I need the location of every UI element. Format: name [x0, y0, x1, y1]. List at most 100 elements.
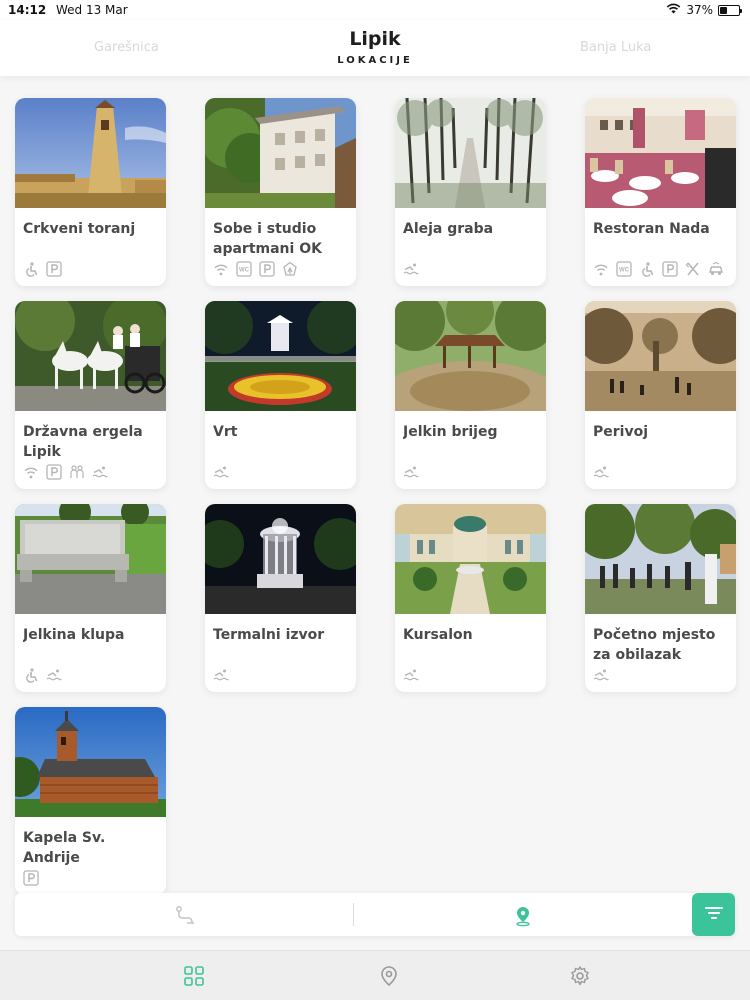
wifi-icon [213, 261, 229, 277]
parking-icon [46, 261, 62, 277]
location-photo [395, 301, 546, 411]
swimming-icon [213, 667, 229, 683]
location-title: Jelkin brijeg [403, 424, 498, 440]
location-title: Početno mjesto za obilazak Jelki... [593, 627, 716, 663]
wheelchair-icon [23, 261, 39, 277]
utensils-icon [685, 261, 701, 277]
location-card[interactable]: Jelkina klupa [15, 504, 166, 692]
location-title: Aleja graba [403, 221, 494, 237]
location-icon [378, 966, 400, 991]
location-card[interactable]: Vrt [205, 301, 356, 489]
swimming-icon [403, 464, 419, 480]
location-photo [15, 707, 166, 817]
location-title: Kursalon [403, 627, 473, 643]
location-photo [205, 98, 356, 208]
location-card[interactable]: Početno mjesto za obilazak Jelki... [585, 504, 736, 692]
parking-icon [46, 464, 62, 480]
location-photo [15, 301, 166, 411]
tab-map[interactable] [378, 965, 400, 987]
location-title: Perivoj [593, 424, 649, 440]
amenity-icons [403, 667, 419, 683]
wc-icon: WC [616, 261, 632, 277]
location-photo [395, 504, 546, 614]
location-title: Vrt [213, 424, 238, 440]
swimming-icon [593, 667, 609, 683]
filter-button[interactable] [692, 893, 735, 936]
filter-divider [353, 903, 354, 926]
svg-text:WC: WC [619, 268, 630, 274]
parking-icon [23, 870, 39, 886]
wifi-icon [593, 261, 609, 277]
location-card[interactable]: Aleja graba [395, 98, 546, 286]
location-photo [205, 504, 356, 614]
amenity-icons [403, 464, 419, 480]
location-card[interactable]: Crkveni toranj [15, 98, 166, 286]
settings-icon [569, 966, 591, 991]
tab-settings[interactable] [569, 965, 591, 987]
page-subtitle: LOKACIJE [337, 55, 413, 66]
swimming-icon [213, 464, 229, 480]
amenity-icons [403, 261, 419, 277]
svg-text:WC: WC [239, 268, 250, 274]
swimming-icon [92, 464, 108, 480]
battery-percent: 37% [686, 3, 713, 17]
amenity-icons [593, 464, 609, 480]
location-photo [585, 301, 736, 411]
amenity-icons: WC [213, 261, 298, 277]
location-photo [15, 504, 166, 614]
parking-icon [259, 261, 275, 277]
tab-grid[interactable] [183, 965, 205, 987]
tab-bar [0, 950, 750, 1000]
guide-icon [69, 464, 85, 480]
wheelchair-icon [639, 261, 655, 277]
locations-grid: Crkveni toranj Sobe i studio apartmani O… [15, 98, 736, 895]
wc-icon: WC [236, 261, 252, 277]
swimming-icon [403, 667, 419, 683]
amenity-icons: WC [593, 261, 724, 277]
location-card[interactable]: Perivoj [585, 301, 736, 489]
location-title: Crkveni toranj [23, 221, 136, 237]
location-photo [585, 98, 736, 208]
map-pin-icon[interactable] [512, 905, 534, 927]
amenity-icons [213, 464, 229, 480]
location-title: Sobe i studio apartmani OK [213, 221, 322, 257]
location-photo [205, 301, 356, 411]
location-card[interactable]: Sobe i studio apartmani OK WC [205, 98, 356, 286]
location-header: Garešnica Lipik LOKACIJE Banja Luka [0, 20, 750, 76]
parking-icon [662, 261, 678, 277]
amenity-icons [23, 870, 39, 886]
location-title: Kapela Sv. Andrije [23, 830, 106, 866]
route-icon[interactable] [174, 905, 196, 927]
location-title: Restoran Nada [593, 221, 710, 237]
swimming-icon [593, 464, 609, 480]
location-photo [15, 98, 166, 208]
location-title: Termalni izvor [213, 627, 325, 643]
amenity-icons [23, 667, 62, 683]
amenity-icons [213, 667, 229, 683]
amenity-icons [23, 261, 62, 277]
swimming-icon [403, 261, 419, 277]
location-card[interactable]: Kursalon [395, 504, 546, 692]
hotel-icon [282, 261, 298, 277]
status-bar: 14:12 Wed 13 Mar 37% [0, 0, 750, 20]
car-icon [708, 261, 724, 277]
location-title: Jelkina klupa [23, 627, 125, 643]
filter-bar [15, 893, 735, 936]
wifi-status-icon [666, 3, 681, 17]
filter-icon [704, 905, 723, 924]
location-photo [395, 98, 546, 208]
location-card[interactable]: Termalni izvor [205, 504, 356, 692]
location-card[interactable]: Državna ergela Lipik [15, 301, 166, 489]
amenity-icons [593, 667, 609, 683]
status-time: 14:12 [8, 3, 47, 17]
amenity-icons [23, 464, 108, 480]
location-card[interactable]: Restoran Nada WC [585, 98, 736, 286]
location-photo [585, 504, 736, 614]
next-location-link[interactable]: Banja Luka [580, 40, 651, 55]
status-date: Wed 13 Mar [56, 3, 128, 17]
location-title: Državna ergela Lipik [23, 424, 143, 460]
battery-icon [718, 4, 742, 16]
wheelchair-icon [23, 667, 39, 683]
location-card[interactable]: Jelkin brijeg [395, 301, 546, 489]
location-card[interactable]: Kapela Sv. Andrije [15, 707, 166, 895]
